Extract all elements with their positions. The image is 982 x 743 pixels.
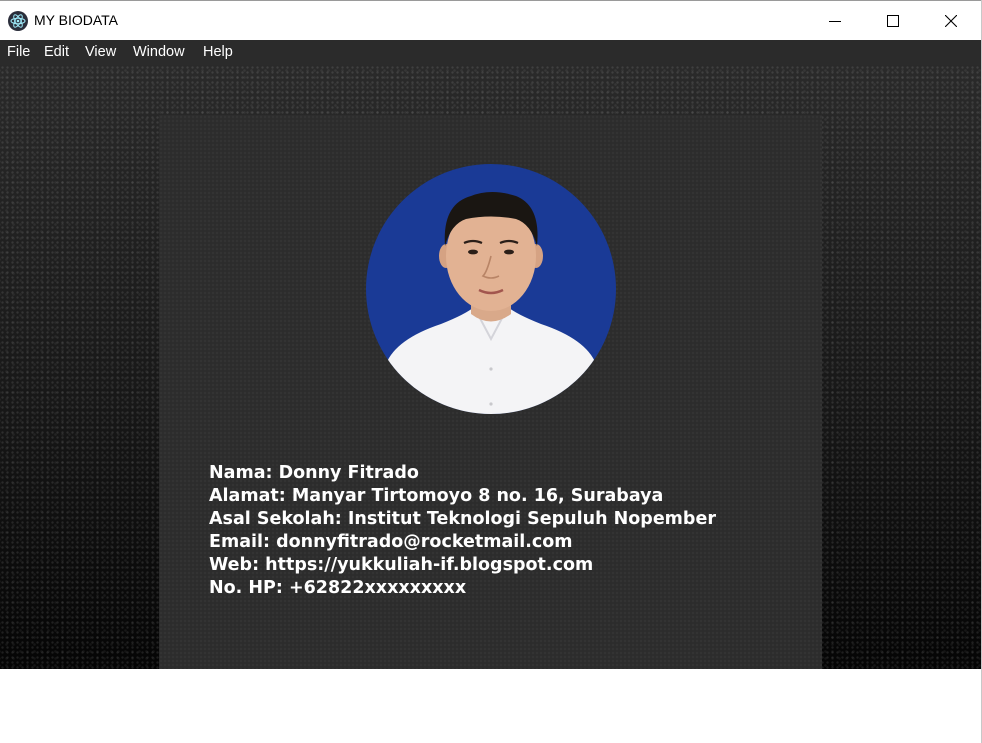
window-title: MY BIODATA [34,12,119,28]
bio-school: Asal Sekolah: Institut Teknologi Sepuluh… [209,509,716,529]
menu-help[interactable]: Help [203,44,233,60]
menu-window[interactable]: Window [133,44,185,60]
biodata-card: Nama: Donny Fitrado Alamat: Manyar Tirto… [159,115,822,669]
close-icon [945,15,957,27]
menu-bar: File Edit View Window Help [0,40,982,65]
electron-atom-icon [8,11,28,31]
bio-address: Alamat: Manyar Tirtomoyo 8 no. 16, Surab… [209,486,664,506]
bio-name: Nama: Donny Fitrado [209,463,419,483]
menu-file[interactable]: File [7,44,30,60]
maximize-icon [887,15,899,27]
page-background: Nama: Donny Fitrado Alamat: Manyar Tirto… [0,65,982,669]
minimize-icon [829,21,841,22]
app-window: MY BIODATA File Edit View Window Help Na… [0,0,982,743]
close-button[interactable] [922,1,980,41]
menu-view[interactable]: View [85,44,116,60]
blank-area [0,669,982,743]
bio-web: Web: https://yukkuliah-if.blogspot.com [209,555,594,575]
biodata-text: Nama: Donny Fitrado Alamat: Manyar Tirto… [209,462,716,600]
bio-phone: No. HP: +62822xxxxxxxxx [209,578,467,598]
minimize-button[interactable] [806,1,864,41]
profile-photo [366,164,616,414]
bio-email: Email: donnyfitrado@rocketmail.com [209,532,573,552]
title-bar[interactable]: MY BIODATA [0,0,982,40]
maximize-button[interactable] [864,1,922,41]
menu-edit[interactable]: Edit [44,44,69,60]
